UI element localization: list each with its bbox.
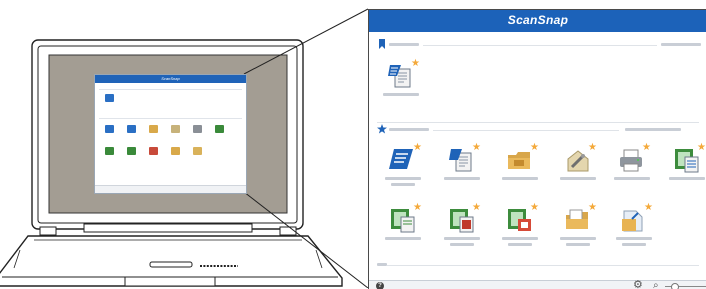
scan-to-shared-folder-icon [566, 209, 588, 229]
app-label-placeholder [385, 237, 421, 240]
app-label-placeholder [560, 237, 596, 240]
mini-app-icon [215, 125, 224, 133]
app-label-placeholder [616, 237, 652, 240]
app-button-scan-to-print[interactable]: ★ [612, 143, 652, 197]
mini-app-icon [149, 147, 158, 155]
favorite-star-icon: ★ [472, 202, 481, 213]
scan-to-powerpoint-icon [508, 209, 531, 231]
app-label-placeholder [450, 243, 474, 246]
favorite-star-icon: ★ [413, 142, 422, 153]
app-label-placeholder [444, 177, 480, 180]
section-divider [387, 265, 699, 266]
app-label-placeholder [508, 243, 532, 246]
app-label-placeholder [560, 177, 596, 180]
favorite-star-icon: ★ [411, 58, 420, 69]
app-label-placeholder [566, 243, 590, 246]
scan-to-document-icon [388, 65, 411, 88]
favorite-star-icon: ★ [413, 202, 422, 213]
app-label-placeholder [614, 177, 650, 180]
app-label-placeholder [502, 237, 538, 240]
favorite-star-icon: ★ [588, 202, 597, 213]
favorite-star-icon: ★ [530, 142, 539, 153]
app-label-placeholder [622, 243, 646, 246]
app-button-scan-to-picture-folder[interactable]: ★ [614, 203, 654, 257]
star-icon [377, 124, 387, 134]
app-button-scan-to-word[interactable]: ★ [442, 203, 482, 257]
section-divider [423, 45, 657, 46]
section-option-placeholder [661, 43, 701, 46]
app-label-placeholder [391, 183, 415, 186]
app-label-placeholder [669, 177, 705, 180]
favorite-star-icon: ★ [588, 142, 597, 153]
section-divider [377, 122, 699, 123]
mini-app-icon [127, 147, 136, 155]
favorite-star-icon: ★ [472, 142, 481, 153]
bookmark-icon [379, 39, 385, 49]
app-button-scan-to-folder[interactable]: ★ [500, 143, 540, 197]
scan-to-picture-folder-icon [622, 210, 643, 232]
recent-app-button[interactable]: ★ [381, 59, 421, 113]
mini-app-icon [105, 147, 114, 155]
mini-scansnap-window: ScanSnap [94, 74, 247, 194]
mini-app-icon [171, 125, 180, 133]
favorite-star-icon: ★ [697, 142, 706, 153]
title-bar: ScanSnap [369, 10, 706, 32]
mini-app-icon [171, 147, 180, 155]
section-label-placeholder [389, 43, 419, 46]
mini-all-icons [95, 119, 246, 189]
scan-to-excel-icon [675, 149, 699, 173]
section-divider [433, 130, 619, 131]
app-button-scansnap-home[interactable]: ★ [383, 143, 423, 197]
zoom-slider-handle[interactable] [671, 283, 679, 289]
scan-to-word-icon [450, 209, 474, 233]
app-button-scan-to-document[interactable]: ★ [442, 143, 482, 197]
favorite-star-icon: ★ [530, 202, 539, 213]
app-button-scan-to-excel[interactable]: ★ [667, 143, 706, 197]
app-label-placeholder [383, 93, 419, 96]
section-label-placeholder [389, 128, 429, 131]
app-button-scan-to-powerpoint[interactable]: ★ [500, 203, 540, 257]
mini-app-icon [127, 125, 136, 133]
mini-app-icon [149, 125, 158, 133]
mini-app-icon [105, 94, 114, 102]
app-label-placeholder [502, 177, 538, 180]
scan-to-document-icon [449, 149, 472, 172]
scansnap-home-icon [389, 149, 413, 169]
favorite-star-icon: ★ [644, 202, 653, 213]
scan-to-excel-icon [391, 209, 415, 233]
app-label-placeholder [444, 237, 480, 240]
mini-app-icon [193, 125, 202, 133]
app-button-scan-to-excel-2[interactable]: ★ [383, 203, 423, 257]
app-button-scan-to-email[interactable]: ★ [558, 143, 598, 197]
scan-to-print-icon [620, 149, 642, 172]
app-button-scan-to-shared-folder[interactable]: ★ [558, 203, 598, 257]
mini-app-icon [105, 125, 114, 133]
scansnap-window: ScanSnap ★ ★ ★ ★ ★ ★ ★ ★ ★ ★ ★ ★ ? ⚙ ⌕ [368, 9, 706, 289]
mini-app-icon [193, 147, 202, 155]
scan-to-folder-icon [508, 152, 530, 169]
scan-to-email-icon [567, 150, 589, 172]
app-label-placeholder [385, 177, 421, 180]
section-label-placeholder [377, 263, 387, 266]
section-option-placeholder [625, 128, 681, 131]
app-title: ScanSnap [507, 13, 569, 27]
mini-window-title: ScanSnap [95, 75, 246, 83]
mini-recent-icons [95, 90, 246, 112]
favorite-star-icon: ★ [642, 142, 651, 153]
mini-footer [95, 185, 246, 193]
